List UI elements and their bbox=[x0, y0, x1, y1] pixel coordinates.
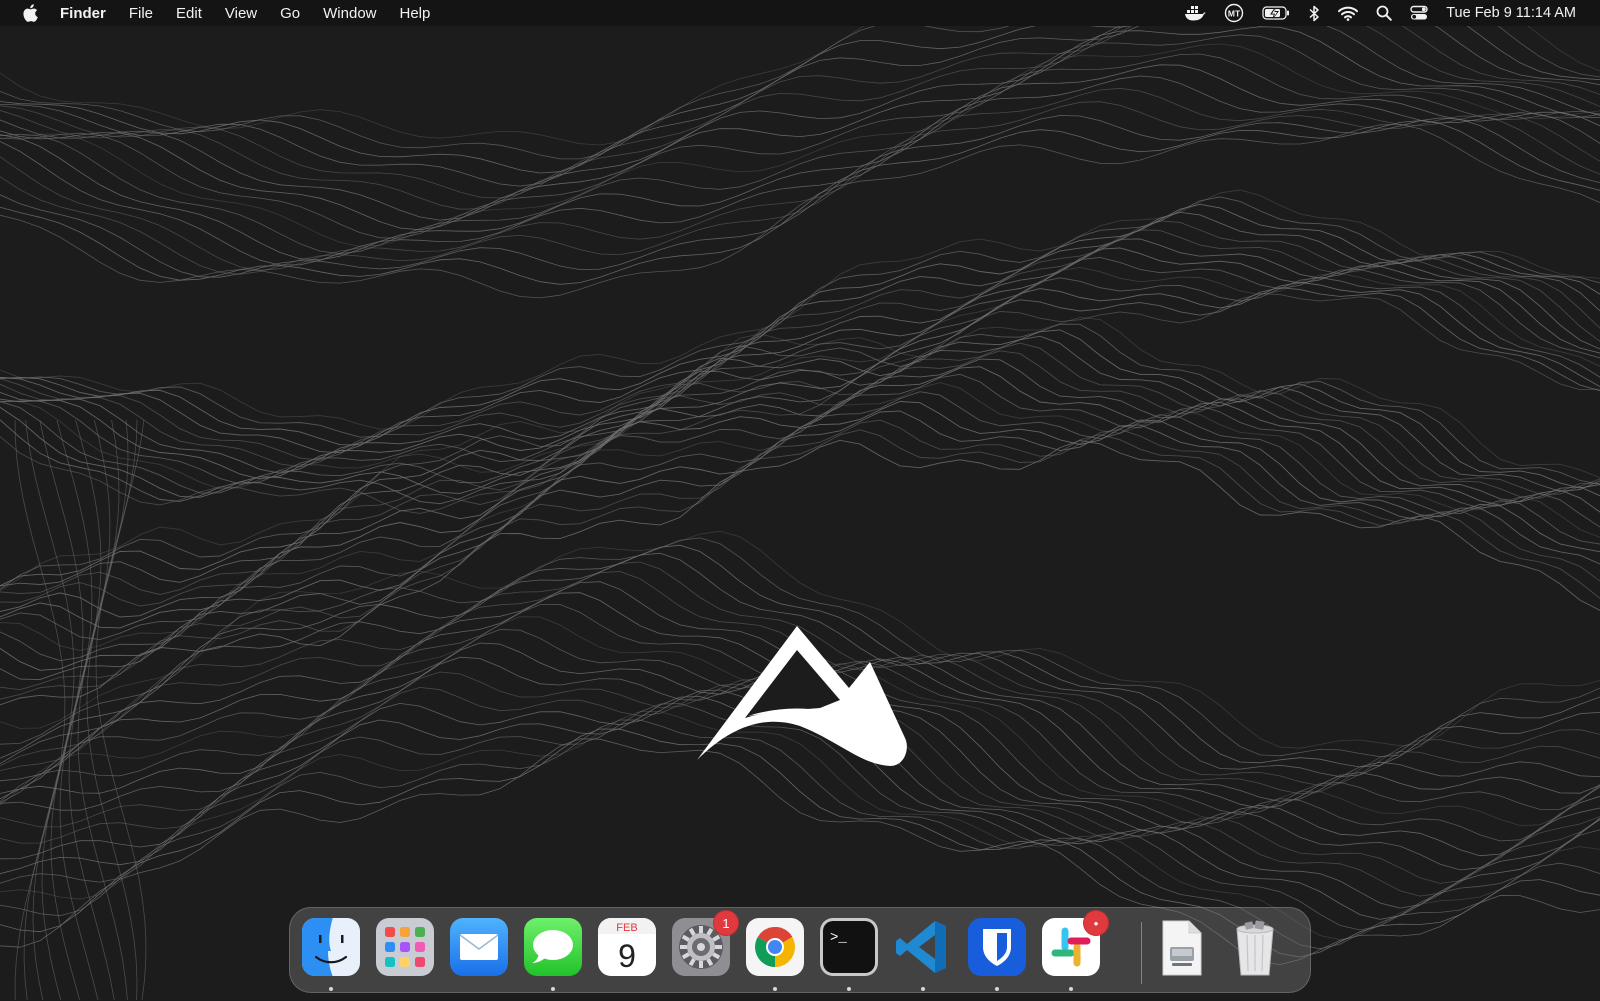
docker-icon[interactable] bbox=[1184, 5, 1206, 21]
dock-launchpad[interactable] bbox=[375, 917, 435, 977]
finder-running-indicator bbox=[329, 987, 333, 991]
menu-bar: Finder File Edit View Go Window Help MT bbox=[0, 0, 1600, 26]
slack-running-indicator bbox=[1069, 987, 1073, 991]
dock-bitwarden[interactable] bbox=[967, 917, 1027, 977]
terminal-prompt: >_ bbox=[830, 930, 847, 946]
dock-messages[interactable] bbox=[523, 917, 583, 977]
dock-trash[interactable] bbox=[1225, 917, 1285, 977]
calendar-icon: FEB 9 bbox=[598, 918, 656, 976]
dock-terminal[interactable]: >_ bbox=[819, 917, 879, 977]
disk-image-icon bbox=[1162, 920, 1202, 976]
spotlight-search-icon[interactable] bbox=[1376, 5, 1393, 21]
vscode-running-indicator bbox=[921, 987, 925, 991]
mt-account-icon[interactable]: MT bbox=[1224, 3, 1244, 23]
mail-icon bbox=[450, 918, 508, 976]
mt-account-initials: MT bbox=[1228, 9, 1241, 19]
menu-edit[interactable]: Edit bbox=[176, 5, 202, 22]
battery-charging-icon[interactable] bbox=[1262, 6, 1290, 20]
wifi-icon[interactable] bbox=[1338, 6, 1359, 21]
messages-icon bbox=[524, 918, 582, 976]
apple-menu-icon[interactable] bbox=[22, 4, 38, 22]
dock-slack[interactable]: • bbox=[1041, 910, 1109, 977]
calendar-day: 9 bbox=[618, 938, 636, 974]
dock-system-preferences[interactable]: 1 bbox=[671, 910, 739, 977]
menubar-clock[interactable]: Tue Feb 9 11:14 AM bbox=[1446, 5, 1576, 21]
dock-disk-image[interactable] bbox=[1151, 917, 1211, 977]
bluetooth-icon[interactable] bbox=[1308, 5, 1320, 22]
desktop-wallpaper bbox=[0, 0, 1600, 1001]
menu-window[interactable]: Window bbox=[323, 5, 376, 22]
dock-vscode[interactable] bbox=[893, 917, 953, 977]
chrome-running-indicator bbox=[773, 987, 777, 991]
menu-help[interactable]: Help bbox=[400, 5, 431, 22]
terminal-running-indicator bbox=[847, 987, 851, 991]
dock-separator bbox=[1141, 922, 1142, 984]
menu-go[interactable]: Go bbox=[280, 5, 300, 22]
slack-badge: • bbox=[1083, 910, 1109, 936]
control-center-icon[interactable] bbox=[1410, 5, 1428, 21]
dock-chrome[interactable] bbox=[745, 917, 805, 977]
finder-icon bbox=[302, 918, 360, 976]
system-preferences-badge: 1 bbox=[713, 910, 739, 936]
menu-view[interactable]: View bbox=[225, 5, 257, 22]
dock-mail[interactable] bbox=[449, 917, 509, 977]
dock: FEB 9 1 >_ • bbox=[289, 907, 1311, 993]
chrome-icon bbox=[746, 918, 804, 976]
vscode-icon bbox=[896, 921, 946, 973]
menu-file[interactable]: File bbox=[129, 5, 153, 22]
trash-icon bbox=[1236, 920, 1274, 976]
calendar-month: FEB bbox=[616, 922, 637, 934]
launchpad-icon bbox=[376, 918, 434, 976]
terminal-icon: >_ bbox=[820, 918, 878, 976]
bitwarden-icon bbox=[968, 918, 1026, 976]
dock-finder[interactable] bbox=[301, 917, 361, 977]
menu-app-finder[interactable]: Finder bbox=[60, 5, 106, 22]
bitwarden-running-indicator bbox=[995, 987, 999, 991]
messages-running-indicator bbox=[551, 987, 555, 991]
dock-calendar[interactable]: FEB 9 bbox=[597, 917, 657, 977]
